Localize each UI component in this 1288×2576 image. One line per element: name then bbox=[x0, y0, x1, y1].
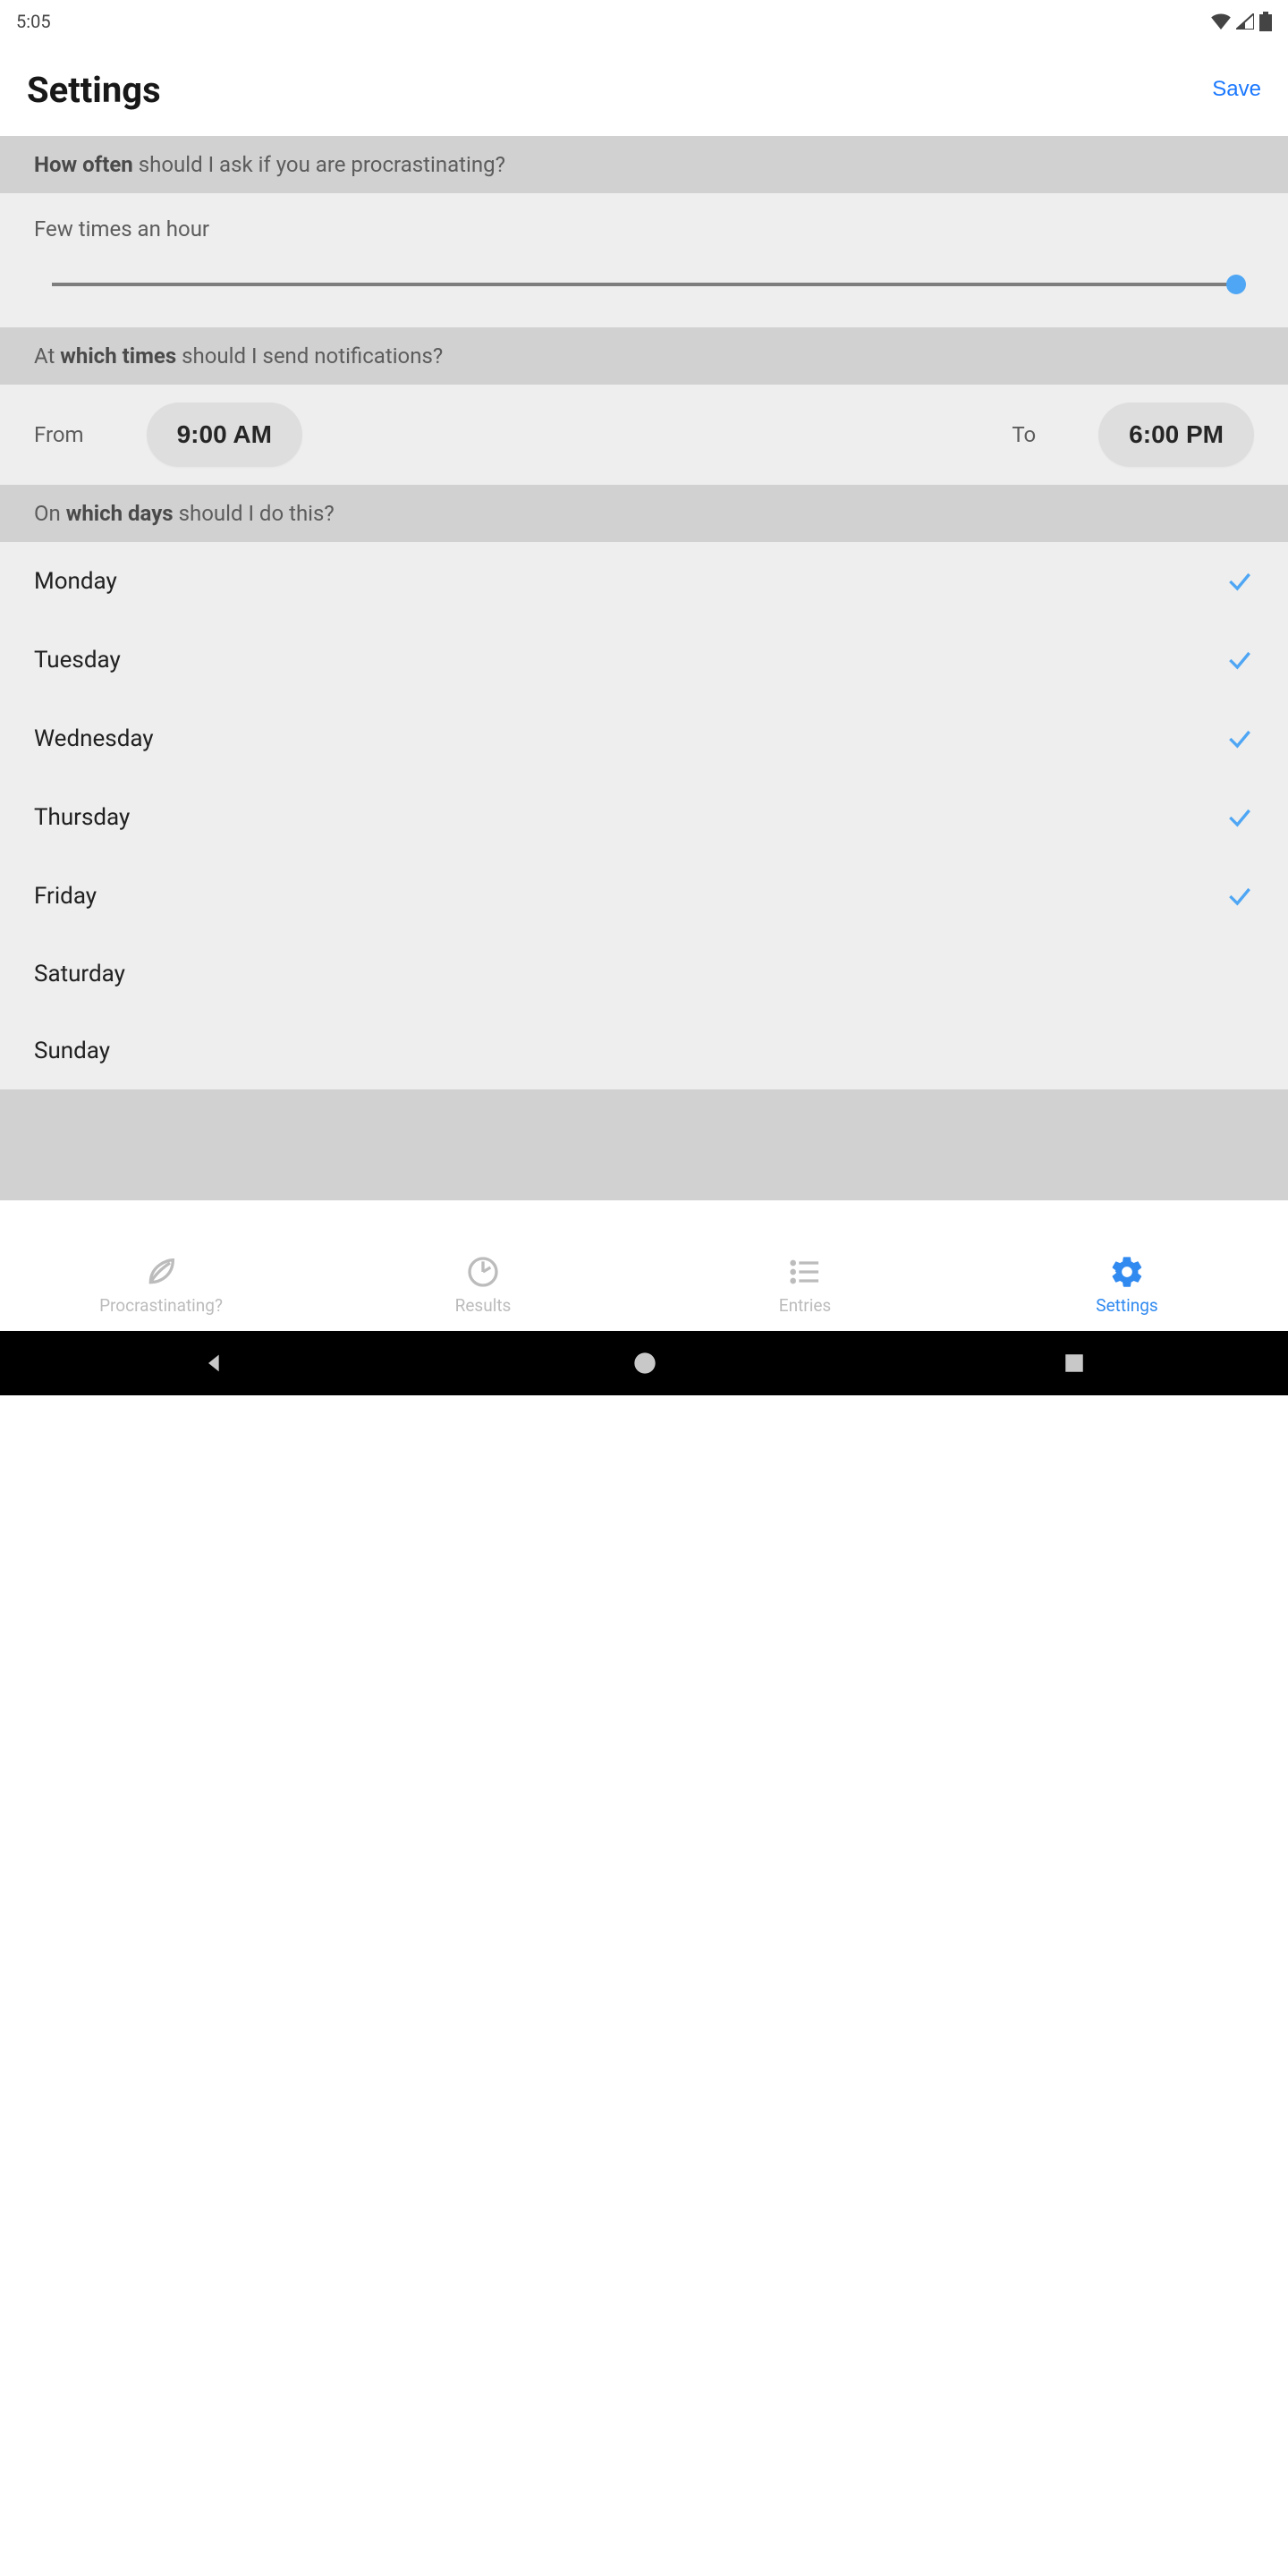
status-bar: 5:05 bbox=[0, 0, 1288, 43]
tab-procrastinating[interactable]: Procrastinating? bbox=[0, 1238, 322, 1331]
times-panel: From 9:00 AM To 6:00 PM bbox=[0, 385, 1288, 485]
check-icon bbox=[1225, 882, 1254, 911]
tab-results[interactable]: Results bbox=[322, 1238, 644, 1331]
section-header-times: At which times should I send notificatio… bbox=[0, 327, 1288, 385]
app-bar: Settings Save bbox=[0, 43, 1288, 136]
frequency-panel: Few times an hour bbox=[0, 193, 1288, 327]
signal-icon bbox=[1236, 13, 1254, 30]
home-icon[interactable] bbox=[632, 1351, 657, 1376]
tab-label: Results bbox=[455, 1295, 512, 1316]
day-row-tuesday[interactable]: Tuesday bbox=[0, 621, 1288, 699]
check-icon bbox=[1225, 646, 1254, 674]
to-label: To bbox=[1012, 422, 1036, 447]
empty-area bbox=[0, 1089, 1288, 1200]
day-row-thursday[interactable]: Thursday bbox=[0, 778, 1288, 857]
slider-thumb[interactable] bbox=[1226, 275, 1246, 294]
day-row-wednesday[interactable]: Wednesday bbox=[0, 699, 1288, 778]
tab-entries[interactable]: Entries bbox=[644, 1238, 966, 1331]
frequency-value-label: Few times an hour bbox=[34, 216, 1254, 242]
day-row-sunday[interactable]: Sunday bbox=[0, 1013, 1288, 1089]
clock-icon bbox=[465, 1254, 501, 1290]
tab-settings[interactable]: Settings bbox=[966, 1238, 1288, 1331]
battery-icon bbox=[1259, 12, 1272, 31]
day-row-saturday[interactable]: Saturday bbox=[0, 936, 1288, 1013]
frequency-slider[interactable] bbox=[52, 277, 1236, 292]
from-label: From bbox=[34, 422, 84, 447]
check-icon bbox=[1225, 567, 1254, 596]
recent-icon[interactable] bbox=[1063, 1352, 1086, 1375]
status-time: 5:05 bbox=[16, 11, 51, 32]
gear-icon bbox=[1109, 1254, 1145, 1290]
day-row-monday[interactable]: Monday bbox=[0, 542, 1288, 621]
save-button[interactable]: Save bbox=[1212, 77, 1261, 102]
page-title: Settings bbox=[27, 69, 161, 111]
wifi-icon bbox=[1211, 13, 1231, 30]
day-label: Tuesday bbox=[34, 647, 121, 674]
tab-bar: Procrastinating? Results Entries Settings bbox=[0, 1238, 1288, 1331]
section-header-frequency: How often should I ask if you are procra… bbox=[0, 136, 1288, 193]
leaf-icon bbox=[143, 1254, 179, 1290]
back-icon[interactable] bbox=[202, 1351, 227, 1376]
section-header-days: On which days should I do this? bbox=[0, 485, 1288, 542]
tab-label: Procrastinating? bbox=[99, 1295, 223, 1316]
tab-label: Entries bbox=[779, 1295, 831, 1316]
tab-label: Settings bbox=[1096, 1295, 1157, 1316]
day-row-friday[interactable]: Friday bbox=[0, 857, 1288, 936]
check-icon bbox=[1225, 724, 1254, 753]
system-nav-bar bbox=[0, 1331, 1288, 1395]
from-time-button[interactable]: 9:00 AM bbox=[147, 402, 302, 467]
days-list: Monday Tuesday Wednesday Thursday Friday Satu… bbox=[0, 542, 1288, 1089]
to-time-button[interactable]: 6:00 PM bbox=[1098, 402, 1254, 467]
day-label: Friday bbox=[34, 883, 97, 910]
day-label: Monday bbox=[34, 568, 117, 595]
day-label: Saturday bbox=[34, 961, 125, 987]
check-icon bbox=[1225, 803, 1254, 832]
day-label: Thursday bbox=[34, 804, 130, 831]
day-label: Sunday bbox=[34, 1038, 110, 1064]
day-label: Wednesday bbox=[34, 725, 154, 752]
list-icon bbox=[787, 1254, 823, 1290]
